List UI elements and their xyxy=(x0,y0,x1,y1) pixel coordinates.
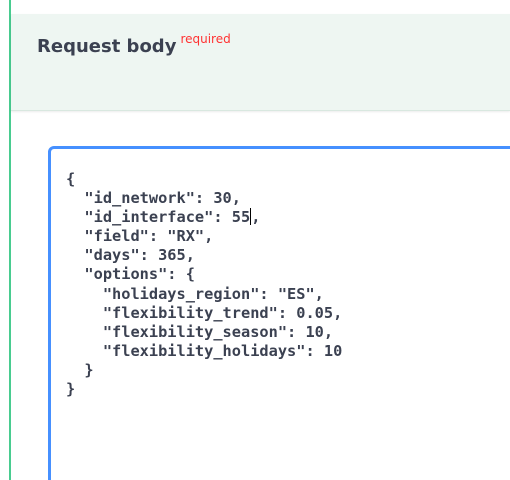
request-body-title-text: Request body xyxy=(37,36,177,57)
code-before-caret: { "id_network": 30, "id_interface": 55 xyxy=(66,170,251,227)
request-body-header xyxy=(11,14,510,111)
required-label: required xyxy=(180,32,231,46)
request-body-code[interactable]: { "id_network": 30, "id_interface": 55, … xyxy=(66,170,342,399)
request-body-section: Request body required { "id_network": 30,… xyxy=(0,0,510,480)
request-body-title: Request body required xyxy=(37,32,231,57)
code-after-caret: , "field": "RX", "days": 365, "options":… xyxy=(66,208,343,399)
